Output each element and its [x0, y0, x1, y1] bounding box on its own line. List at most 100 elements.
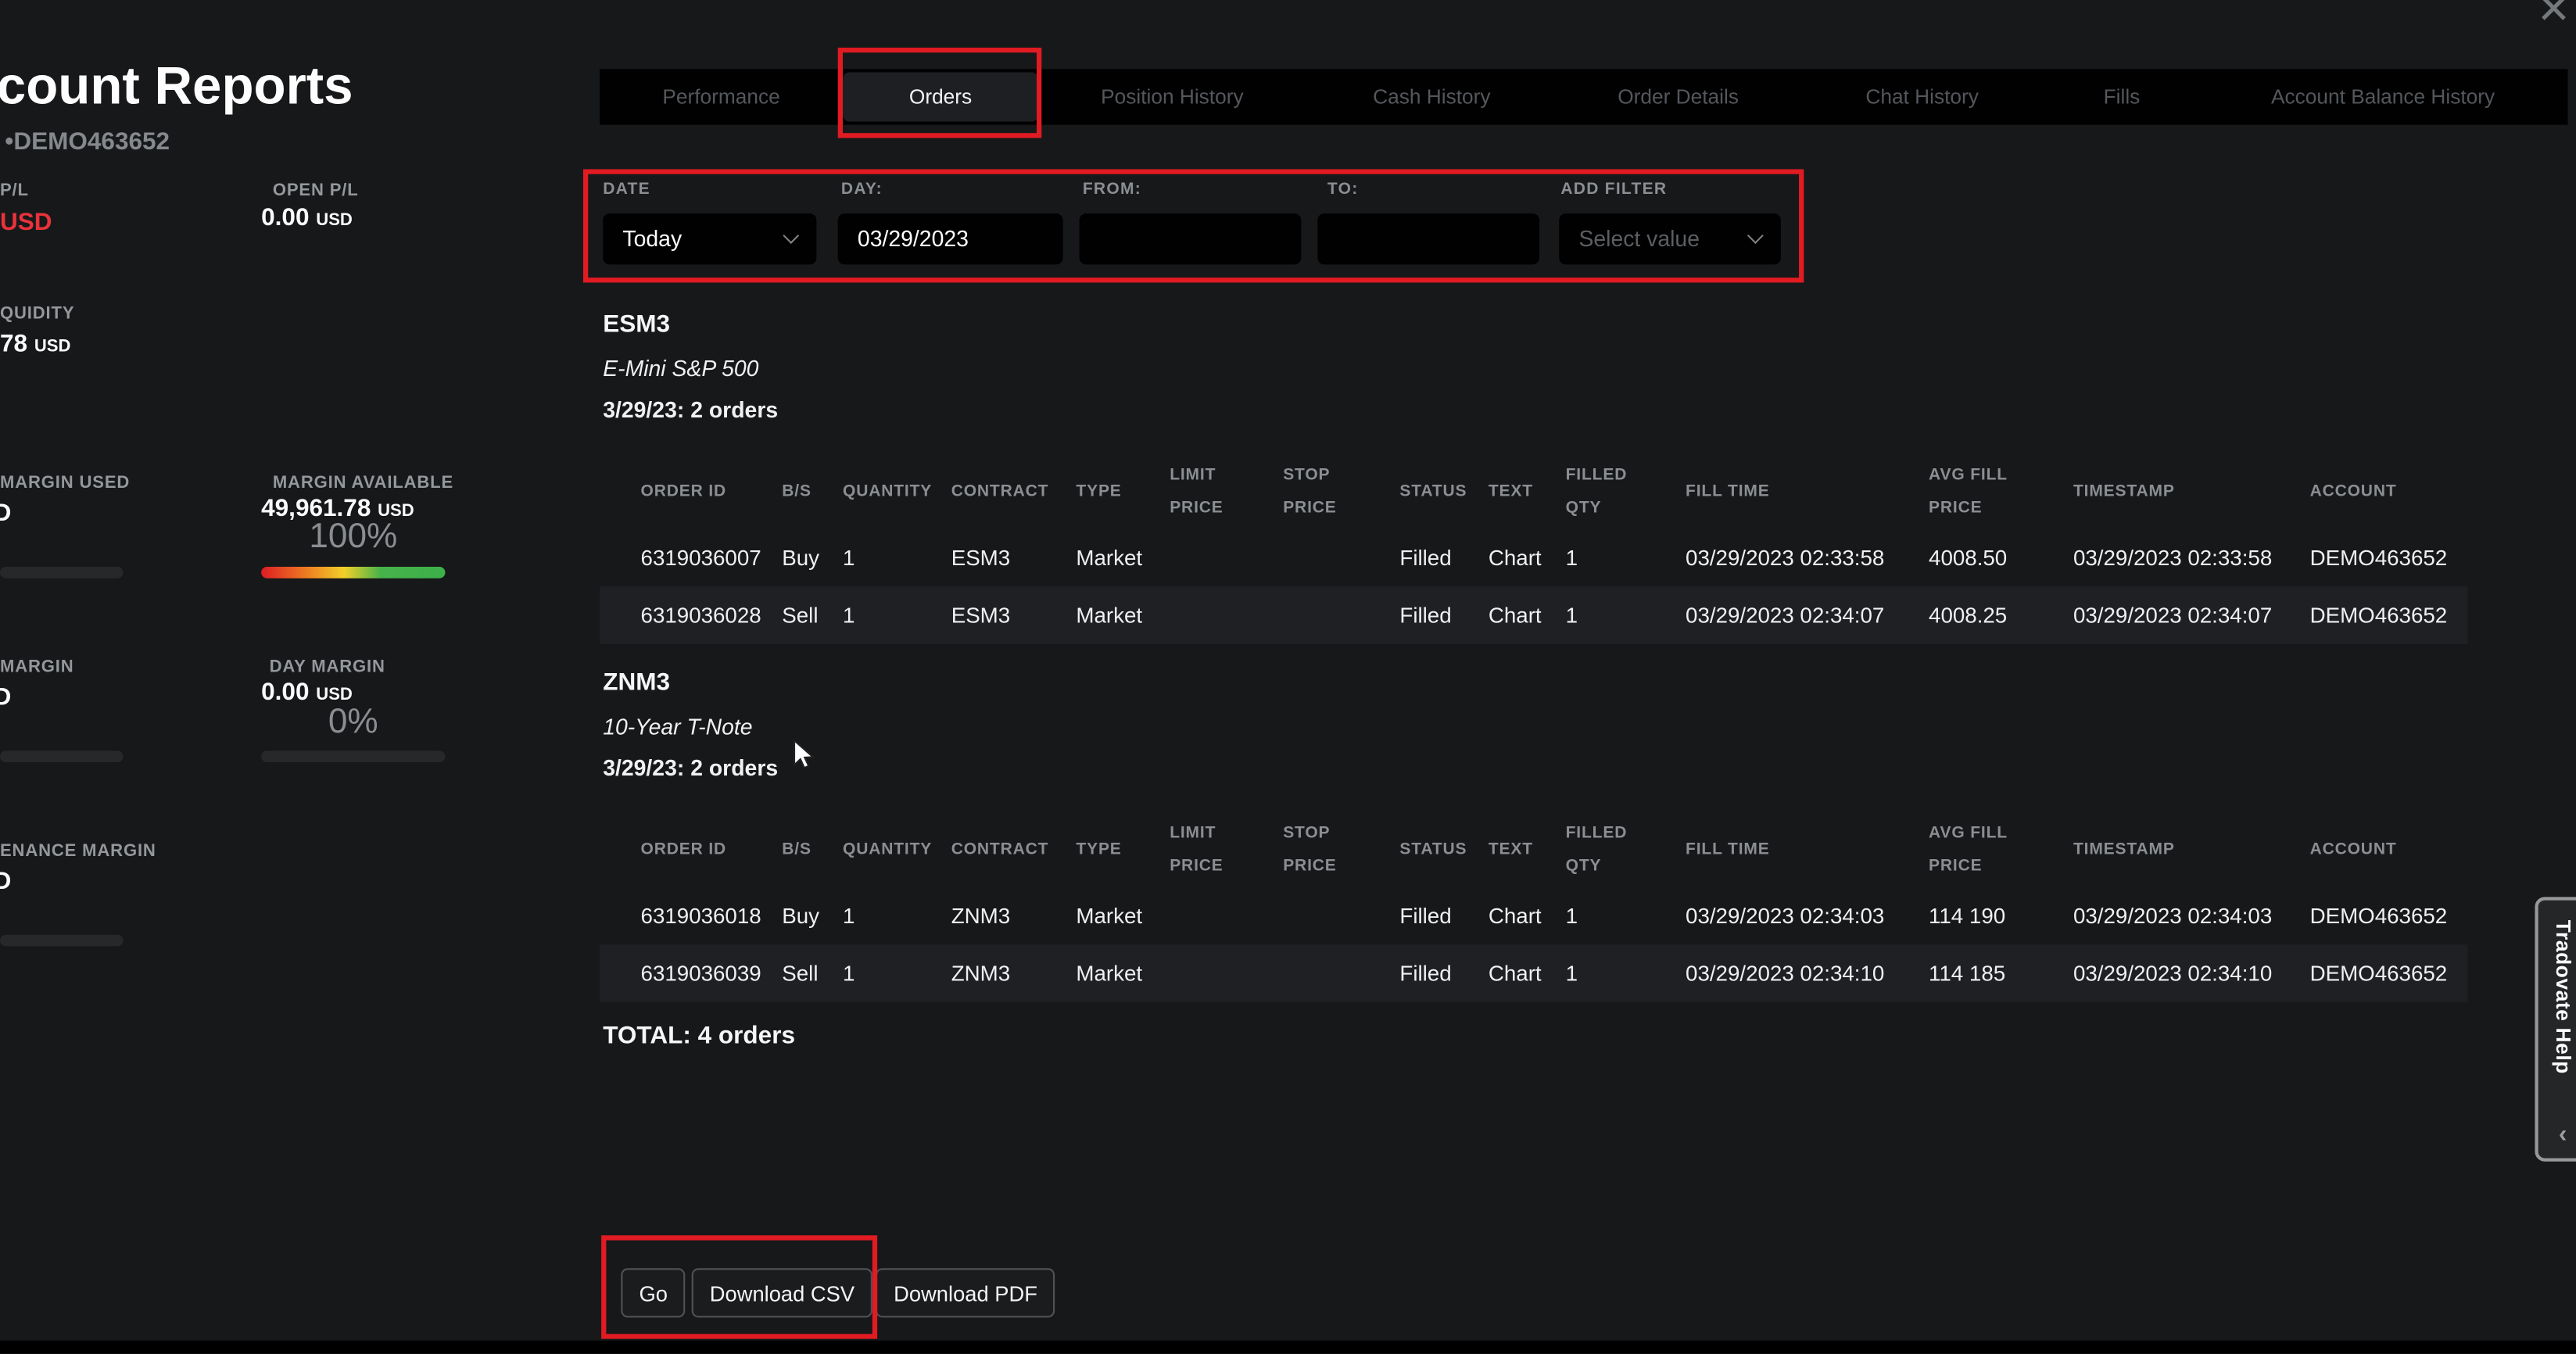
cell-filled-qty: 1 — [1566, 603, 1686, 628]
cell-filled-qty: 1 — [1566, 961, 1686, 986]
cell-timestamp: 03/29/2023 02:34:03 — [2073, 904, 2310, 929]
col-quantity: QUANTITY — [843, 835, 951, 868]
cell-type: Market — [1076, 904, 1170, 929]
liquidity-unit: USD — [34, 337, 71, 356]
cell-fill-time: 03/29/2023 02:34:10 — [1686, 961, 1929, 986]
date-select[interactable]: Today — [603, 213, 816, 264]
day-margin-percent: 0% — [261, 703, 445, 742]
table-row[interactable]: 6319036018 Buy 1 ZNM3 Market Filled Char… — [600, 887, 2467, 945]
add-filter-placeholder: Select value — [1578, 227, 1700, 252]
tab-cash-history[interactable]: Cash History — [1306, 69, 1558, 124]
col-avg-fill-price: AVG FILL PRICE — [1929, 818, 2073, 883]
section-summary: 3/29/23: 2 orders — [603, 756, 778, 781]
tab-order-details[interactable]: Order Details — [1557, 69, 1799, 124]
maintenance-margin-value: D — [0, 868, 11, 896]
from-input[interactable] — [1080, 213, 1302, 264]
cell-text: Chart — [1489, 904, 1566, 929]
cell-account: DEMO463652 — [2310, 603, 2468, 628]
contract-symbol: ZNM3 — [603, 668, 670, 697]
col-order-id: ORDER ID — [641, 835, 783, 868]
col-account: ACCOUNT — [2310, 835, 2468, 868]
tab-position-history[interactable]: Position History — [1038, 69, 1306, 124]
table-row[interactable]: 6319036007 Buy 1 ESM3 Market Filled Char… — [600, 529, 2467, 587]
col-status: STATUS — [1399, 835, 1488, 868]
cell-bs: Sell — [782, 603, 843, 628]
maintenance-margin-bar — [0, 935, 124, 947]
cell-account: DEMO463652 — [2310, 961, 2468, 986]
date-filter-label: DATE — [603, 181, 650, 199]
tab-account-balance-history[interactable]: Account Balance History — [2198, 69, 2568, 124]
contract-name: 10-Year T-Note — [603, 715, 752, 740]
cell-quantity: 1 — [843, 961, 951, 986]
cell-contract: ZNM3 — [951, 904, 1077, 929]
col-timestamp: TIMESTAMP — [2073, 476, 2310, 509]
cell-bs: Sell — [782, 961, 843, 986]
cell-status: Filled — [1399, 961, 1488, 986]
col-limit-price: LIMIT PRICE — [1170, 460, 1283, 525]
position-margin-label: MARGIN — [0, 657, 74, 677]
tab-orders[interactable]: Orders — [843, 72, 1038, 121]
download-pdf-button[interactable]: Download PDF — [876, 1268, 1055, 1317]
tab-fills[interactable]: Fills — [2045, 69, 2198, 124]
contract-symbol: ESM3 — [603, 310, 670, 338]
cell-order-id: 6319036007 — [641, 546, 783, 571]
col-fill-time: FILL TIME — [1686, 835, 1929, 868]
cell-text: Chart — [1489, 961, 1566, 986]
open-pl-label: OPEN P/L — [273, 181, 359, 200]
open-pl-amount: 0.00 — [261, 204, 309, 232]
maintenance-margin-label: ENANCE MARGIN — [0, 841, 156, 861]
day-margin-value: 0.00 USD — [261, 679, 353, 707]
tab-chat-history[interactable]: Chat History — [1799, 69, 2045, 124]
cell-fill-time: 03/29/2023 02:33:58 — [1686, 546, 1929, 571]
pl-label: P/L — [0, 181, 29, 200]
position-margin-bar — [0, 750, 124, 762]
cell-quantity: 1 — [843, 546, 951, 571]
day-filter-label: DAY: — [841, 181, 883, 199]
add-filter-select[interactable]: Select value — [1559, 213, 1781, 264]
cell-type: Market — [1076, 961, 1170, 986]
table-row[interactable]: 6319036028 Sell 1 ESM3 Market Filled Cha… — [600, 586, 2467, 644]
bottom-bar — [0, 1341, 2576, 1354]
tradovate-help-label: Tradovate Help — [2551, 920, 2574, 1074]
table-row[interactable]: 6319036039 Sell 1 ZNM3 Market Filled Cha… — [600, 944, 2467, 1002]
cell-quantity: 1 — [843, 904, 951, 929]
chevron-left-icon: ‹ — [2559, 1120, 2567, 1148]
cell-avg-fill-price: 4008.50 — [1929, 546, 2073, 571]
cell-order-id: 6319036028 — [641, 603, 783, 628]
cell-avg-fill-price: 114 190 — [1929, 904, 2073, 929]
liquidity-value: 78 USD — [0, 330, 70, 358]
cell-contract: ESM3 — [951, 603, 1077, 628]
close-icon[interactable]: ✕ — [2537, 0, 2571, 34]
col-filled-qty: FILLED QTY — [1566, 818, 1686, 883]
col-order-id: ORDER ID — [641, 476, 783, 509]
open-pl-unit: USD — [316, 210, 353, 230]
go-button[interactable]: Go — [621, 1268, 686, 1317]
cell-filled-qty: 1 — [1566, 546, 1686, 571]
section-summary: 3/29/23: 2 orders — [603, 398, 778, 423]
col-type: TYPE — [1076, 835, 1170, 868]
cell-account: DEMO463652 — [2310, 546, 2468, 571]
col-text: TEXT — [1489, 835, 1566, 868]
contract-name: E-Mini S&P 500 — [603, 356, 758, 381]
cell-bs: Buy — [782, 546, 843, 571]
tab-performance[interactable]: Performance — [600, 69, 843, 124]
col-bs: B/S — [782, 835, 843, 868]
cell-order-id: 6319036018 — [641, 904, 783, 929]
cell-text: Chart — [1489, 603, 1566, 628]
day-margin-unit: USD — [316, 685, 353, 704]
chevron-down-icon — [1747, 227, 1764, 244]
cell-timestamp: 03/29/2023 02:33:58 — [2073, 546, 2310, 571]
day-input[interactable] — [838, 213, 1063, 264]
col-avg-fill-price: AVG FILL PRICE — [1929, 460, 2073, 525]
day-margin-bar — [261, 750, 445, 762]
to-input[interactable] — [1317, 213, 1539, 264]
to-filter-label: TO: — [1327, 181, 1359, 199]
download-csv-button[interactable]: Download CSV — [692, 1268, 872, 1317]
col-limit-price: LIMIT PRICE — [1170, 818, 1283, 883]
col-stop-price: STOP PRICE — [1283, 460, 1399, 525]
tradovate-help-tab[interactable]: Tradovate Help ‹ — [2535, 897, 2576, 1161]
cell-text: Chart — [1489, 546, 1566, 571]
margin-used-bar — [0, 567, 124, 578]
margin-used-value: D — [0, 500, 11, 528]
cell-filled-qty: 1 — [1566, 904, 1686, 929]
